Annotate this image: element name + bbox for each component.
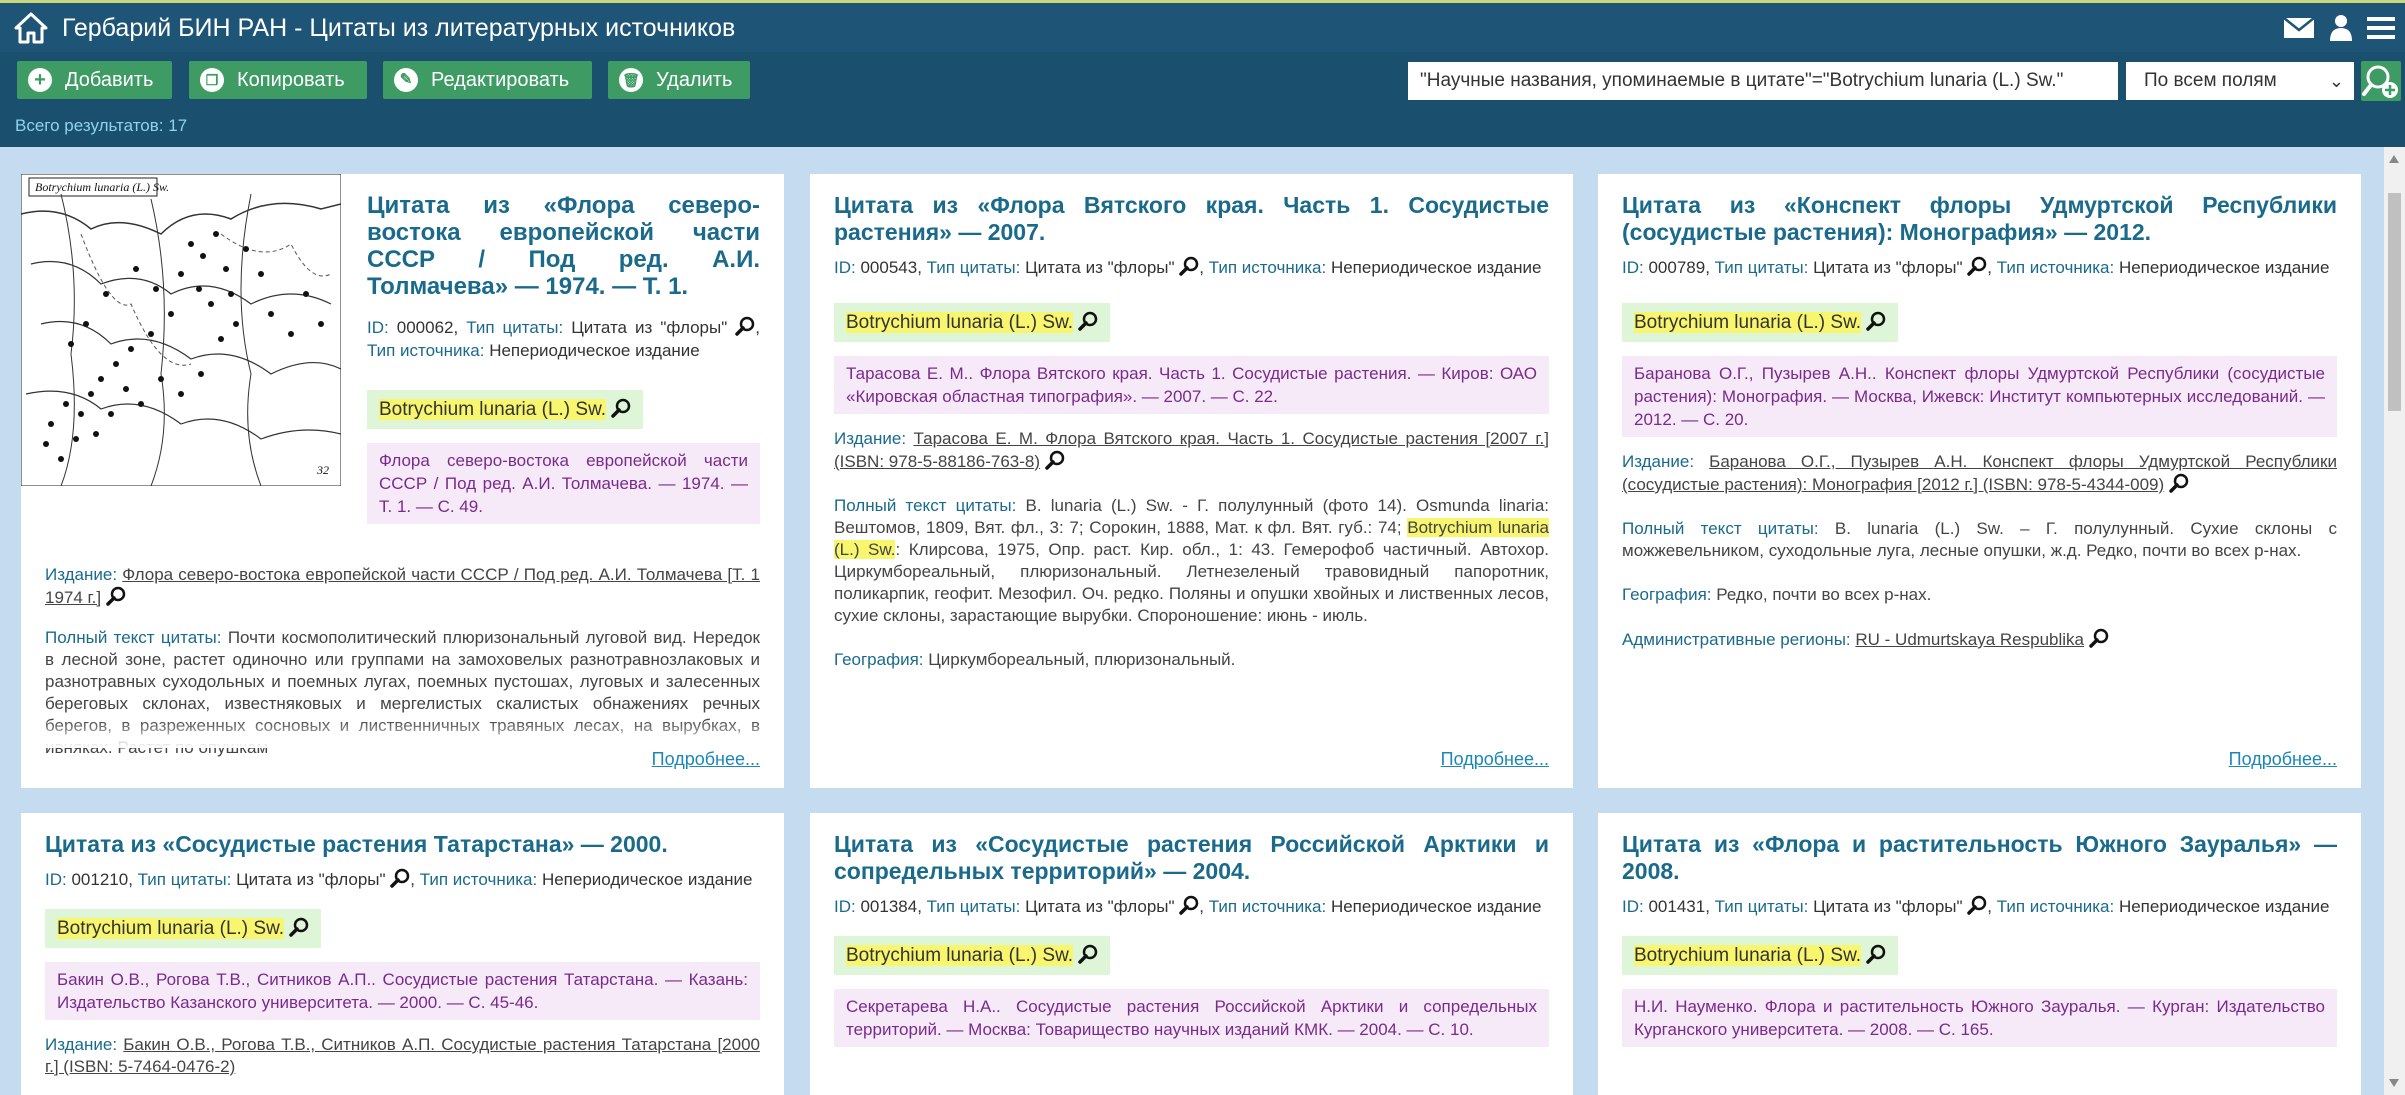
fulltext: Полный текст цитаты: B. lunaria (L.) Sw.…	[834, 496, 1550, 625]
species-tag: Botrychium lunaria (L.) Sw.	[1622, 936, 1899, 975]
card-meta: ID: 001210, Тип цитаты: Цитата из "флоры…	[45, 868, 753, 889]
species-tag: Botrychium lunaria (L.) Sw.	[1622, 303, 1899, 342]
add-button[interactable]: + Добавить	[17, 61, 172, 99]
edition-line: Издание: Флора северо-востока европейско…	[45, 565, 760, 607]
edition-line: Издание: Бакин О.В., Рогова Т.В., Ситник…	[45, 1035, 760, 1076]
citation-card: Цитата из «Сосудистые растения Татарстан…	[21, 813, 784, 1095]
trash-icon: 🗑	[619, 68, 643, 92]
magnifier-icon[interactable]	[1967, 256, 1987, 276]
citation-card: Botrychium lunaria (L.) Sw. 32 Цитата из…	[21, 174, 784, 788]
card-title[interactable]: Цитата из «Сосудистые растения Татарстан…	[45, 831, 760, 858]
card-meta: ID: 000543, Тип цитаты: Цитата из "флоры…	[834, 256, 1542, 277]
magnifier-icon[interactable]	[1866, 944, 1886, 964]
species-tag: Botrychium lunaria (L.) Sw.	[834, 303, 1111, 342]
results-count: Всего результатов: 17	[15, 116, 188, 135]
fulltext: Полный текст цитаты: B. lunaria (L.) Sw.…	[1622, 519, 2338, 560]
search-plus-icon	[2362, 65, 2398, 98]
magnifier-icon[interactable]	[735, 316, 755, 336]
chevron-down-icon: ⌄	[2328, 71, 2344, 91]
card-title[interactable]: Цитата из «Сосудистые растения Российско…	[834, 831, 1549, 885]
citation-card: Цитата из «Флора Вятского края. Часть 1.…	[810, 174, 1573, 788]
plus-icon: +	[28, 68, 52, 92]
more-link[interactable]: Подробнее...	[652, 749, 760, 770]
magnifier-icon[interactable]	[2089, 628, 2109, 648]
home-icon[interactable]	[14, 12, 48, 44]
citation-card: Цитата из «Сосудистые растения Российско…	[810, 813, 1573, 1095]
magnifier-icon[interactable]	[1179, 256, 1199, 276]
text-fade	[21, 720, 784, 748]
magnifier-icon[interactable]	[1045, 450, 1065, 470]
toolbar: + Добавить ❐ Копировать ✎ Редактировать …	[0, 52, 2405, 147]
scroll-up-icon[interactable]	[2389, 155, 2399, 163]
copy-icon: ❐	[200, 68, 224, 92]
pencil-icon: ✎	[394, 68, 418, 92]
mail-icon[interactable]	[2283, 16, 2315, 40]
more-link[interactable]: Подробнее...	[1441, 749, 1549, 770]
copy-button[interactable]: ❐ Копировать	[189, 61, 367, 99]
edition-line: Издание: Тарасова Е. М. Флора Вятского к…	[834, 429, 1549, 471]
app-title: Гербарий БИН РАН - Цитаты из литературны…	[62, 14, 736, 42]
magnifier-icon[interactable]	[1179, 895, 1199, 915]
card-meta: ID: 000789, Тип цитаты: Цитата из "флоры…	[1622, 256, 2330, 277]
scrollbar-thumb[interactable]	[2388, 193, 2401, 411]
regions-line: Административные регионы: RU - Udmurtska…	[1622, 628, 2337, 651]
card-meta: ID: 001384, Тип цитаты: Цитата из "флоры…	[834, 895, 1542, 916]
citation-card: Цитата из «Конспект флоры Удмуртской Рес…	[1598, 174, 2361, 788]
species-tag: Botrychium lunaria (L.) Sw.	[367, 390, 644, 429]
more-link[interactable]: Подробнее...	[2229, 749, 2337, 770]
geography-line: География: Редко, почти во всех р-нах.	[1622, 585, 1932, 604]
species-tag: Botrychium lunaria (L.) Sw.	[834, 936, 1111, 975]
magnifier-icon[interactable]	[1078, 944, 1098, 964]
card-meta: ID: 001431, Тип цитаты: Цитата из "флоры…	[1622, 895, 2330, 916]
advanced-search-button[interactable]	[2361, 61, 2401, 101]
edit-button[interactable]: ✎ Редактировать	[383, 61, 592, 99]
card-title[interactable]: Цитата из «Конспект флоры Удмуртской Рес…	[1622, 192, 2337, 246]
vertical-scrollbar[interactable]	[2384, 147, 2405, 1095]
magnifier-icon[interactable]	[1078, 311, 1098, 331]
species-tag: Botrychium lunaria (L.) Sw.	[45, 909, 322, 948]
card-title[interactable]: Цитата из «Флора и растительность Южного…	[1622, 831, 2337, 885]
svg-text:32: 32	[316, 463, 329, 477]
reference-box: Тарасова Е. М.. Флора Вятского края. Час…	[834, 356, 1549, 414]
magnifier-icon[interactable]	[1967, 895, 1987, 915]
card-title[interactable]: Цитата из «Флора Вятского края. Часть 1.…	[834, 192, 1549, 246]
delete-button[interactable]: 🗑 Удалить	[608, 61, 750, 99]
user-icon[interactable]	[2329, 14, 2353, 42]
app-header: Гербарий БИН РАН - Цитаты из литературны…	[0, 0, 2405, 52]
svg-text:Botrychium lunaria (L.) Sw.: Botrychium lunaria (L.) Sw.	[35, 180, 169, 194]
search-scope-select[interactable]: По всем полям ⌄	[2126, 62, 2354, 100]
reference-box: Бакин О.В., Рогова Т.В., Ситников А.П.. …	[45, 962, 760, 1020]
magnifier-icon[interactable]	[611, 398, 631, 418]
magnifier-icon[interactable]	[289, 917, 309, 937]
reference-box: Н.И. Науменко. Флора и растительность Юж…	[1622, 989, 2337, 1047]
magnifier-icon[interactable]	[106, 586, 126, 606]
reference-box: Секретарева Н.А.. Сосудистые растения Ро…	[834, 989, 1549, 1047]
magnifier-icon[interactable]	[390, 868, 410, 888]
citation-card: Цитата из «Флора и растительность Южного…	[1598, 813, 2361, 1095]
search-input[interactable]	[1408, 62, 2118, 100]
magnifier-icon[interactable]	[2169, 473, 2189, 493]
edition-line: Издание: Баранова О.Г., Пузырев А.Н. Кон…	[1622, 452, 2337, 494]
reference-box: Флора северо-востока европейской части С…	[367, 443, 760, 524]
menu-icon[interactable]	[2367, 15, 2395, 41]
distribution-map: Botrychium lunaria (L.) Sw. 32	[21, 174, 341, 486]
magnifier-icon[interactable]	[1866, 311, 1886, 331]
geography-line: География: Циркумбореальный, плюризональ…	[834, 650, 1236, 669]
reference-box: Баранова О.Г., Пузырев А.Н.. Конспект фл…	[1622, 356, 2337, 437]
card-title[interactable]: Цитата из «Флора северо-востока европейс…	[367, 192, 760, 300]
scroll-down-icon[interactable]	[2389, 1079, 2399, 1087]
card-meta: ID: 000062, Тип цитаты: Цитата из "флоры…	[367, 316, 760, 360]
